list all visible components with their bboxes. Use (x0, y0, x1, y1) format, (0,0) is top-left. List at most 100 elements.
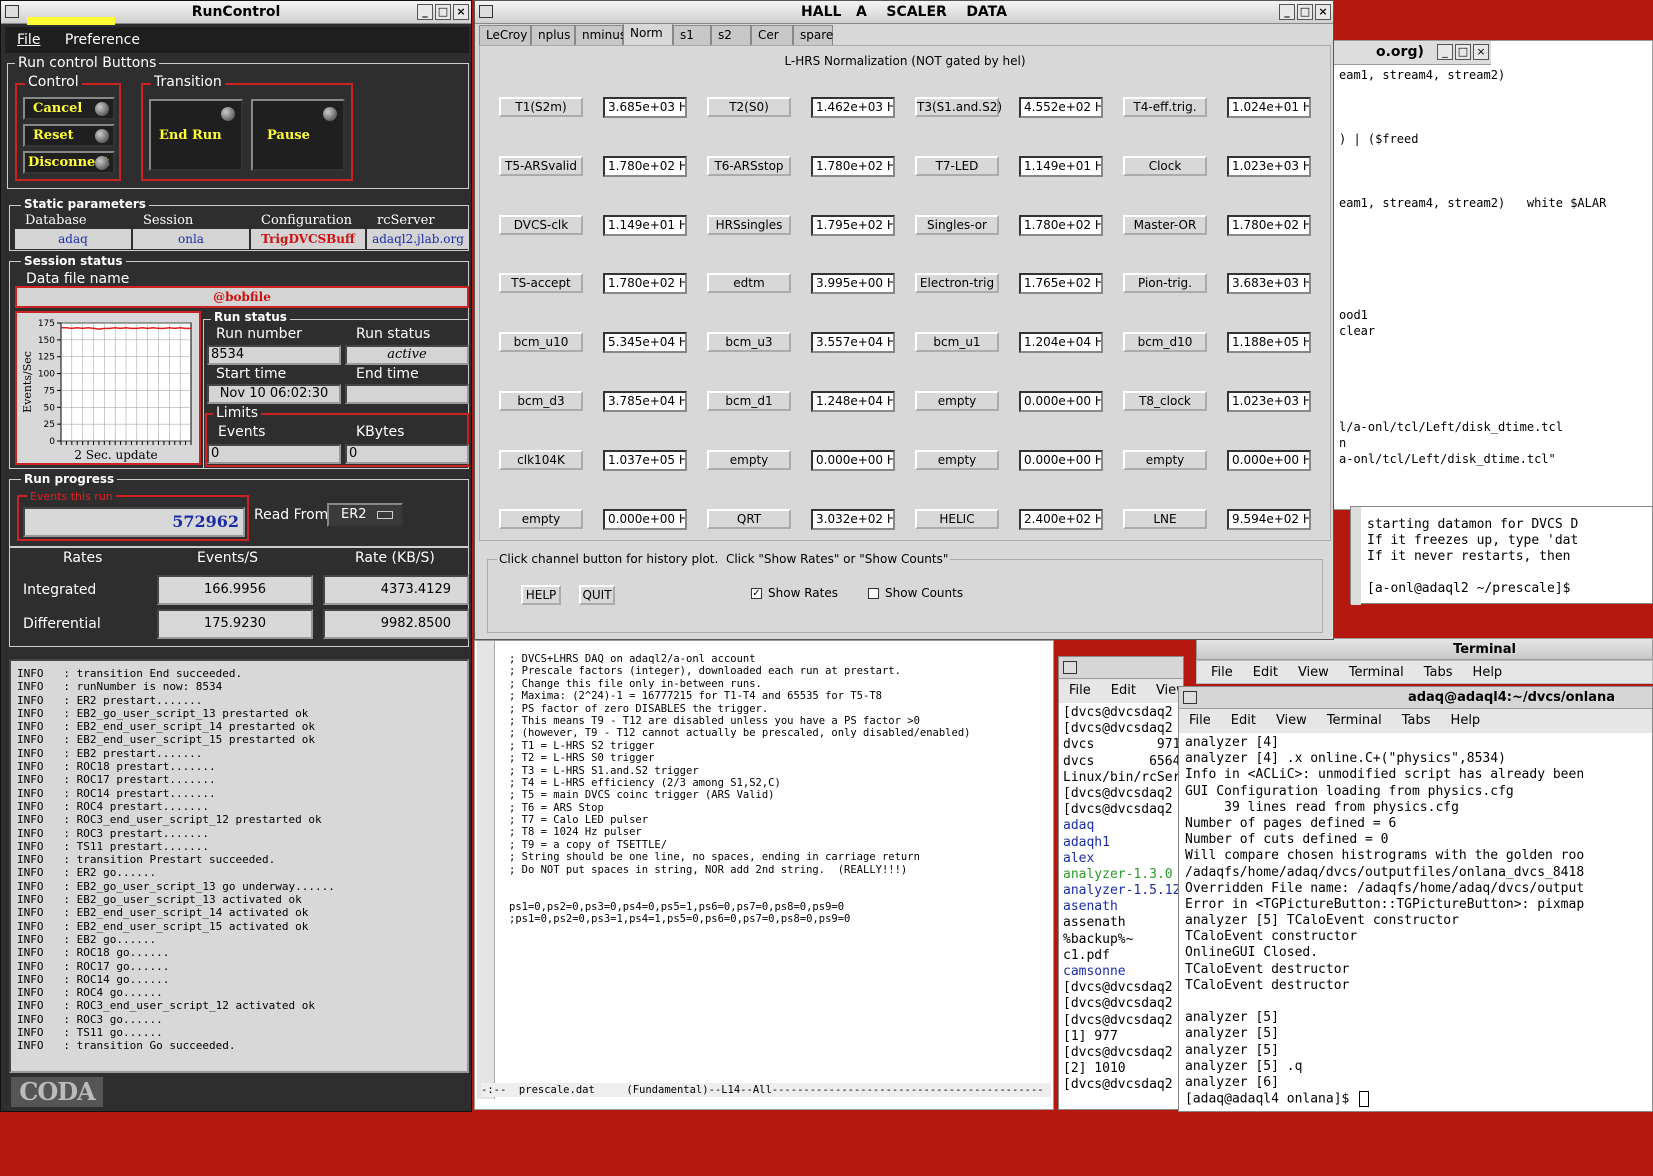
channel-button[interactable]: empty (915, 391, 999, 411)
channel-button[interactable]: empty (915, 449, 999, 470)
channel-button[interactable]: DVCS-clk (499, 214, 583, 235)
window-menu-icon[interactable] (479, 5, 493, 18)
channel-button[interactable]: Master-OR (1123, 214, 1207, 235)
channel-button[interactable]: HELIC (915, 508, 999, 529)
tab-lecroy[interactable]: LeCroy (479, 25, 531, 45)
end-run-button[interactable]: End Run (149, 99, 243, 171)
channel-button[interactable]: Electron-trig (915, 273, 999, 294)
channel-button[interactable]: T1(S2m) (499, 97, 583, 117)
channel-button[interactable]: bcm_u3 (707, 332, 791, 353)
channel-button[interactable]: edtm (707, 273, 791, 294)
channel-button[interactable]: T3(S1.and.S2) (915, 97, 1002, 117)
menu-view[interactable]: View (1298, 665, 1329, 680)
menu-file[interactable]: File (1211, 665, 1233, 680)
bg-line (1339, 83, 1606, 99)
tab-s1[interactable]: s1 (673, 25, 711, 45)
editor-scrollbar[interactable] (477, 641, 495, 1099)
close-icon[interactable]: × (453, 4, 469, 20)
menu-edit[interactable]: Edit (1231, 713, 1256, 728)
maximize-icon[interactable]: □ (435, 4, 451, 20)
tab-norm[interactable]: Norm (623, 23, 673, 45)
channel-button[interactable]: Pion-trig. (1123, 273, 1207, 294)
menu-tabs[interactable]: Tabs (1402, 713, 1431, 728)
coda-logo: CODA (11, 1077, 103, 1107)
maximize-icon[interactable]: □ (1297, 4, 1313, 20)
channel-rate: 3.685e+03 Hz (603, 97, 687, 118)
window-menu-icon[interactable] (1183, 691, 1197, 704)
scaler-titlebar[interactable]: HALL A SCALER DATA _ □ × (475, 1, 1333, 24)
channel-button[interactable]: bcm_d1 (707, 391, 791, 411)
show-rates-label: Show Rates (768, 586, 838, 600)
close-icon[interactable]: × (1473, 44, 1489, 60)
cancel-button[interactable]: Cancel (23, 97, 115, 120)
channel-button[interactable]: T5-ARSvalid (499, 155, 583, 176)
main-terminal-text[interactable]: analyzer [4] analyzer [4] .x online.C+("p… (1185, 735, 1584, 1108)
terminal-titlebar[interactable]: Terminal (1196, 638, 1653, 660)
editor-line: ; T7 = Calo LED pulser (509, 814, 649, 827)
channel-button[interactable]: T6-ARSstop (707, 155, 791, 176)
small-terminal: File Edit View [dvcs@dvcsdaq2 [dvcs@dvcsdaq… (1058, 656, 1184, 1110)
channel-button[interactable]: T7-LED (915, 155, 999, 176)
menu-help[interactable]: Help (1473, 665, 1503, 680)
window-menu-icon[interactable] (1063, 661, 1077, 674)
channel-button[interactable]: bcm_u10 (499, 332, 583, 353)
channel-button[interactable]: T4-eff.trig. (1123, 97, 1207, 117)
close-icon[interactable]: × (1315, 4, 1331, 20)
kbytes-limit-input[interactable]: 0 (345, 444, 469, 464)
channel-button[interactable]: HRSsingles (707, 214, 791, 235)
channel-button[interactable]: empty (1123, 449, 1207, 470)
channel-button[interactable]: Clock (1123, 155, 1207, 176)
channel-button[interactable]: clk104K (499, 449, 583, 470)
quit-button[interactable]: QUIT (579, 585, 615, 605)
main-terminal-titlebar[interactable]: adaq@adaql4:~/dvcs/onlana (1179, 687, 1652, 709)
channel-button[interactable]: TS-accept (499, 273, 583, 294)
menu-help[interactable]: Help (1451, 713, 1481, 728)
help-button[interactable]: HELP (521, 585, 561, 605)
events-this-run-field: 572962 (23, 507, 245, 537)
minimize-icon[interactable]: _ (417, 4, 433, 20)
minimize-icon[interactable]: _ (1437, 44, 1453, 60)
tab-s2[interactable]: s2 (711, 25, 751, 45)
channel-button[interactable]: empty (499, 508, 583, 529)
window-title: RunControl (191, 4, 281, 20)
menu-view[interactable]: View (1276, 713, 1307, 728)
bg-line: l/a-onl/tcl/Left/disk_dtime.tcl (1339, 420, 1563, 434)
menu-terminal[interactable]: Terminal (1349, 665, 1404, 680)
reset-button[interactable]: Reset (23, 124, 115, 147)
channel-button[interactable]: LNE (1123, 508, 1207, 529)
menu-edit[interactable]: Edit (1111, 683, 1136, 698)
show-counts-checkbox[interactable] (868, 588, 879, 599)
channel-button[interactable]: Singles-or (915, 214, 999, 235)
menu-preference[interactable]: Preference (65, 32, 140, 48)
menu-file[interactable]: File (17, 32, 40, 48)
menu-edit[interactable]: Edit (1253, 665, 1278, 680)
pause-button[interactable]: Pause (251, 99, 345, 171)
channel-button[interactable]: QRT (707, 508, 791, 529)
menu-terminal[interactable]: Terminal (1327, 713, 1382, 728)
datamon-scrollbar[interactable] (1351, 507, 1361, 605)
show-rates-checkbox[interactable]: ✓ (751, 588, 762, 599)
editor-text[interactable]: ; DVCS+LHRS DAQ on adaql2/a-onl account;… (509, 653, 970, 926)
tab-nminus[interactable]: nminus (575, 25, 626, 45)
tab-nplus[interactable]: nplus (531, 25, 575, 45)
disconnect-button[interactable]: Disconnect (23, 151, 115, 174)
menu-file[interactable]: File (1189, 713, 1211, 728)
channel-button[interactable]: T8_clock (1123, 391, 1207, 411)
channel-button[interactable]: bcm_u1 (915, 332, 999, 353)
tab-spare[interactable]: spare (793, 25, 833, 45)
events-limit-input[interactable]: 0 (207, 444, 341, 464)
channel-button[interactable]: bcm_d3 (499, 391, 583, 411)
channel-button[interactable]: T2(S0) (707, 97, 791, 117)
window-menu-icon[interactable] (5, 5, 19, 18)
small-terminal-line: [2] 1010 (1063, 1061, 1126, 1077)
menu-tabs[interactable]: Tabs (1424, 665, 1453, 680)
menu-file[interactable]: File (1069, 683, 1091, 698)
maximize-icon[interactable]: □ (1455, 44, 1471, 60)
minimize-icon[interactable]: _ (1279, 4, 1295, 20)
channel-button[interactable]: bcm_d10 (1123, 332, 1207, 353)
tab-cer[interactable]: Cer (751, 25, 793, 45)
small-terminal-titlebar[interactable] (1059, 657, 1183, 679)
read-from-select[interactable]: ER2 (327, 503, 403, 527)
channel-button[interactable]: empty (707, 449, 791, 470)
